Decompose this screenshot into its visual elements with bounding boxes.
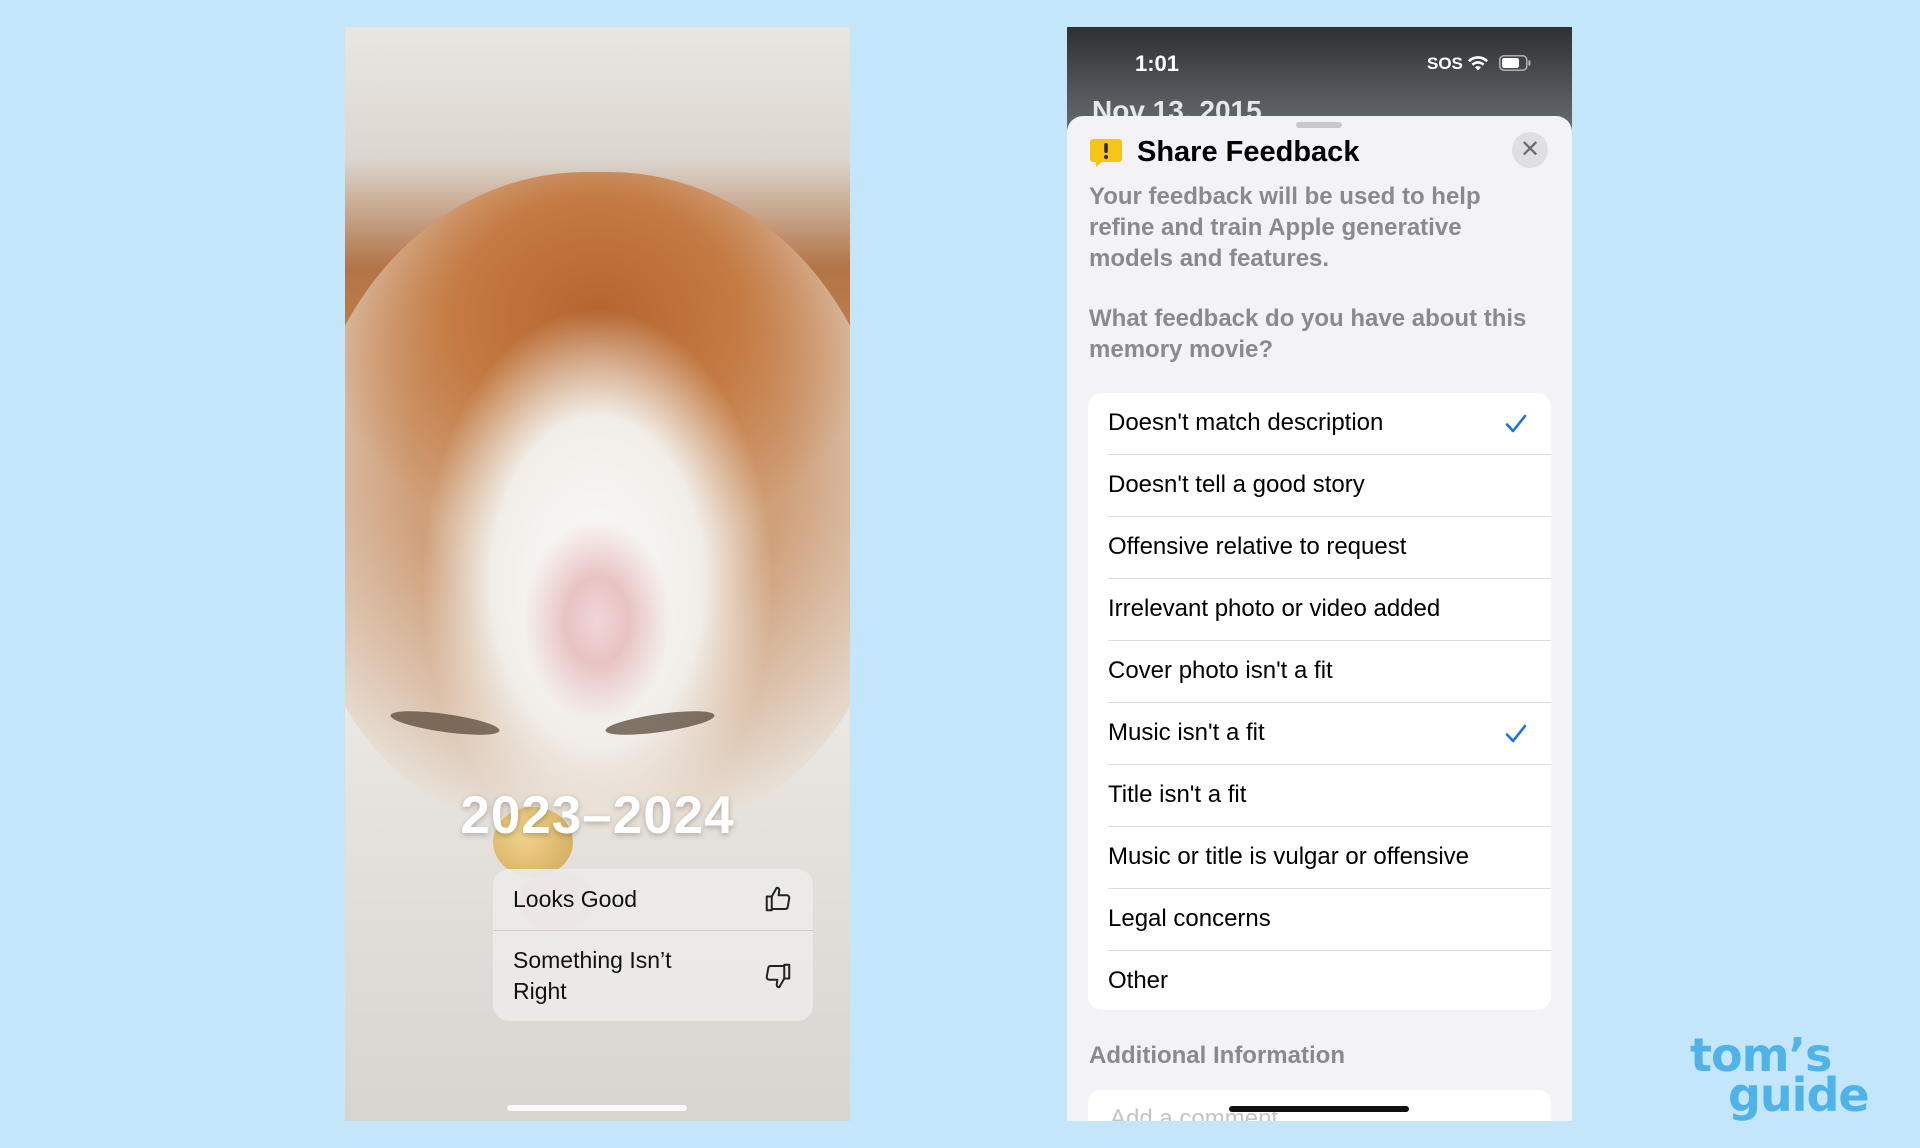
cat-photo xyxy=(345,172,850,932)
memory-title: 2023–2024 xyxy=(460,786,735,845)
option-label: Title isn't a fit xyxy=(1108,781,1247,808)
sheet-description: Your feedback will be used to help refin… xyxy=(1089,183,1481,272)
thumbs-down-icon xyxy=(765,963,791,989)
cat-eye-right xyxy=(604,706,716,740)
feedback-question: What feedback do you have about this mem… xyxy=(1089,305,1527,363)
option-label: Doesn't tell a good story xyxy=(1108,471,1365,498)
home-indicator[interactable] xyxy=(1229,1106,1409,1112)
option-title-not-fit[interactable]: Title isn't a fit xyxy=(1088,765,1551,827)
share-feedback-screen: 1:01 SOS Nov 13, 2015 Share Feedback ✕ Y… xyxy=(1067,27,1572,1121)
option-doesnt-match-description[interactable]: Doesn't match description xyxy=(1088,393,1551,455)
memory-movie-screen: 2023–2024 Looks Good Something Isn’t Rig… xyxy=(345,27,850,1121)
checkmark-icon xyxy=(1505,414,1527,433)
option-music-not-fit[interactable]: Music isn't a fit xyxy=(1088,703,1551,765)
close-button[interactable]: ✕ xyxy=(1512,132,1548,168)
looks-good-label: Looks Good xyxy=(513,886,638,912)
battery-icon xyxy=(1499,55,1531,71)
option-offensive-relative-to-request[interactable]: Offensive relative to request xyxy=(1088,517,1551,579)
feedback-sheet: Share Feedback ✕ Your feedback will be u… xyxy=(1067,116,1572,1121)
option-music-or-title-vulgar[interactable]: Music or title is vulgar or offensive xyxy=(1088,827,1551,889)
thumbs-up-icon xyxy=(765,886,791,912)
option-label: Legal concerns xyxy=(1108,905,1271,932)
option-other[interactable]: Other xyxy=(1088,951,1551,1010)
sheet-grabber[interactable] xyxy=(1296,122,1342,128)
status-carrier: SOS xyxy=(1427,54,1463,73)
something-isnt-right-button[interactable]: Something Isn’t Right xyxy=(493,931,813,1021)
option-label: Doesn't match description xyxy=(1108,409,1384,436)
option-legal-concerns[interactable]: Legal concerns xyxy=(1088,889,1551,951)
looks-good-button[interactable]: Looks Good xyxy=(493,869,813,931)
option-label: Irrelevant photo or video added xyxy=(1108,595,1441,622)
home-indicator[interactable] xyxy=(507,1105,687,1111)
option-label: Other xyxy=(1108,967,1169,994)
cat-eye-left xyxy=(389,706,501,740)
option-label: Music isn't a fit xyxy=(1108,719,1265,746)
sheet-title: Share Feedback xyxy=(1137,136,1360,168)
checkmark-icon xyxy=(1505,724,1527,743)
option-doesnt-tell-good-story[interactable]: Doesn't tell a good story xyxy=(1088,455,1551,517)
option-label: Music or title is vulgar or offensive xyxy=(1108,843,1470,870)
additional-information-label: Additional Information xyxy=(1089,1042,1345,1069)
feedback-menu: Looks Good Something Isn’t Right xyxy=(493,869,813,1021)
option-cover-photo-not-fit[interactable]: Cover photo isn't a fit xyxy=(1088,641,1551,703)
option-label: Offensive relative to request xyxy=(1108,533,1407,560)
option-label: Cover photo isn't a fit xyxy=(1108,657,1333,684)
toms-guide-logo: tom’s guide xyxy=(1690,1032,1890,1118)
option-irrelevant-photo-or-video[interactable]: Irrelevant photo or video added xyxy=(1088,579,1551,641)
feedback-alert-icon xyxy=(1090,139,1122,167)
feedback-options-list: Doesn't match description Doesn't tell a… xyxy=(1088,393,1551,1010)
something-isnt-right-label: Something Isn’t Right xyxy=(513,947,672,1004)
wifi-icon xyxy=(1468,56,1488,71)
status-time: 1:01 xyxy=(1135,51,1180,76)
